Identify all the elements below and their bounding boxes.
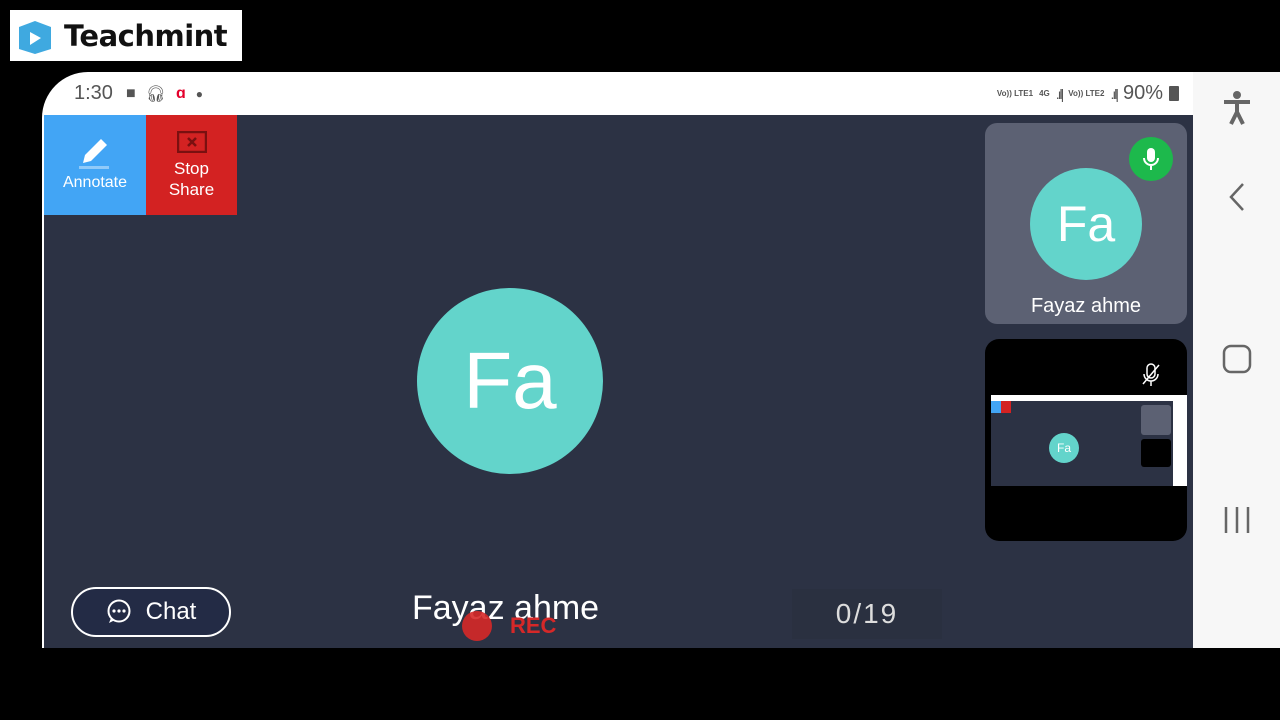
annotate-label: Annotate [62,174,128,191]
back-icon[interactable] [1193,182,1280,212]
clock: 1:30 [74,82,113,104]
signal-icon: .ıl| [1110,85,1118,102]
teachmint-logo: Teachmint [10,10,242,61]
preview-avatar: Fa [1049,433,1079,463]
page-counter: 0/19 [792,589,942,639]
stop-screen-icon [176,130,207,154]
battery-level: 90% [1122,82,1163,104]
dot-icon: ● [195,86,204,101]
accessibility-icon[interactable] [1193,90,1280,126]
signal-icon: .ıl| [1055,85,1064,102]
chat-label: Chat [145,598,197,625]
stop-share-button[interactable]: Stop Share [146,115,237,215]
logo-book-icon [19,20,51,54]
chat-bubble-icon [107,599,131,623]
box-icon: ■ [126,84,136,102]
logo-text: Teachmint [64,18,228,53]
android-side-nav [1193,72,1280,648]
network-lte1: Vo)) LTE1 [996,89,1034,98]
battery-icon [1169,86,1179,101]
network-type: 4G [1039,89,1050,98]
headphones-icon: 🎧︎ [145,85,166,103]
recording-indicator: REC [462,611,556,641]
network-lte2: Vo)) LTE2 [1068,89,1105,98]
participant-tile[interactable]: Fa Fayaz ahme [985,123,1187,324]
annotate-button[interactable]: Annotate [44,115,146,215]
participant-avatar: Fa [1030,168,1142,280]
pencil-icon [79,139,109,169]
mic-on-icon[interactable] [1129,137,1173,181]
meeting-stage: Annotate Stop Share Fa Chat Fayaz ahme R… [44,115,1193,648]
rec-label: REC [510,613,557,638]
stop-share-label: Stop Share [168,159,215,199]
chat-button[interactable]: Chat [71,587,231,637]
mic-off-icon[interactable] [1131,355,1171,395]
recents-icon[interactable] [1193,505,1280,535]
home-icon[interactable] [1193,344,1280,374]
rec-dot-icon [462,611,492,641]
phone-screen: 1:30 ■ 🎧︎ ɑ ● Vo)) LTE1 4G .ıl| Vo)) LTE… [42,72,1280,648]
status-bar: 1:30 ■ 🎧︎ ɑ ● Vo)) LTE1 4G .ıl| Vo)) LTE… [42,72,1193,115]
participant-name: Fayaz ahme [1030,295,1142,317]
airtel-icon: ɑ [175,84,186,102]
screen-share-preview: Fa [991,395,1187,486]
presenter-avatar: Fa [417,288,603,474]
screen-share-tile[interactable]: Fa [985,339,1187,541]
